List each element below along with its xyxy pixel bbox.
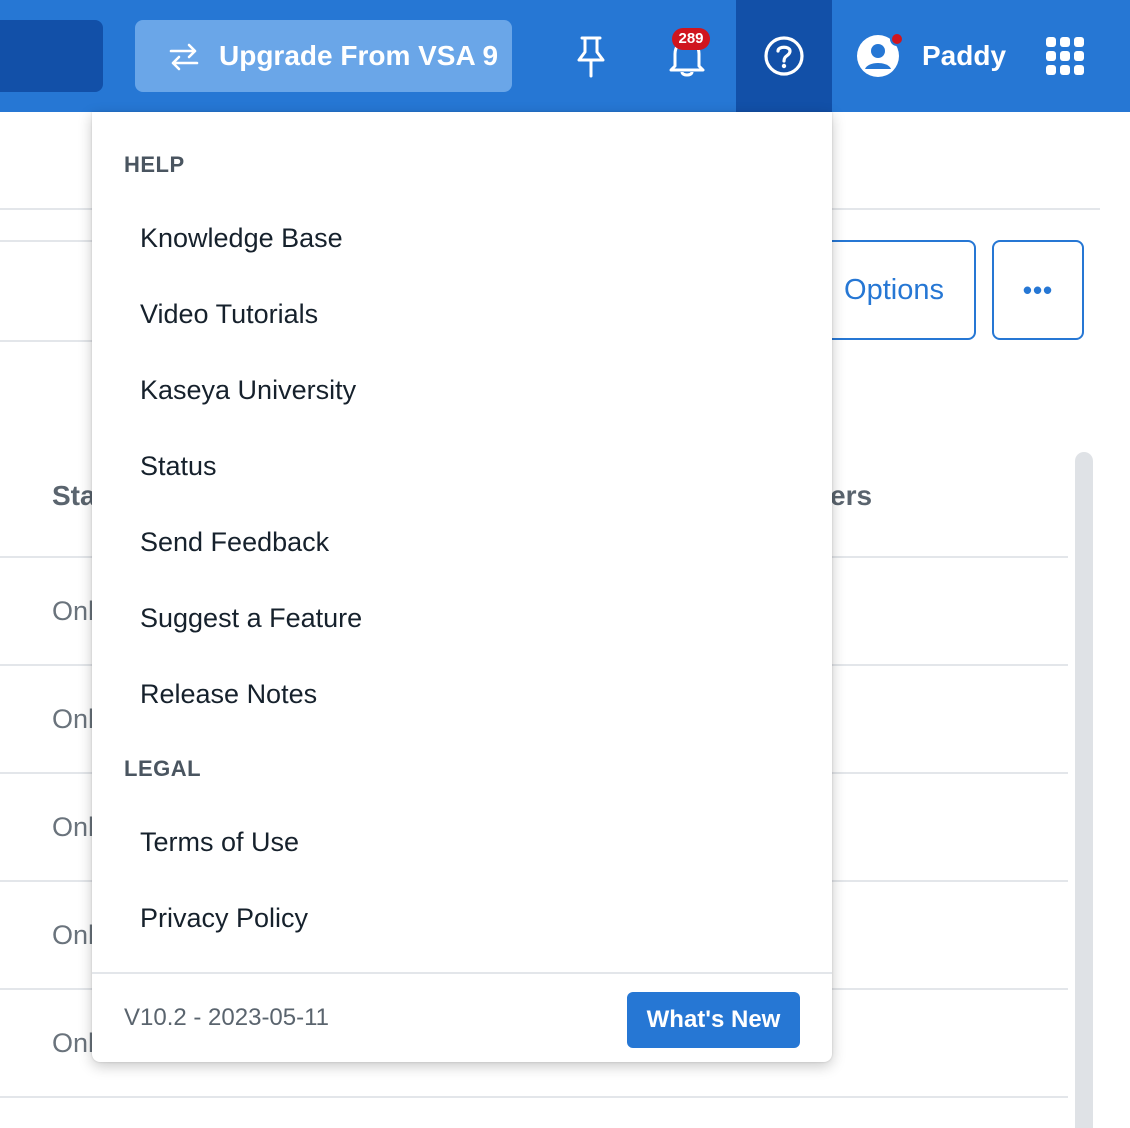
legal-section-title: LEGAL bbox=[124, 756, 202, 781]
menu-item-release-notes[interactable]: Release Notes bbox=[140, 674, 317, 714]
column-header-users: ers bbox=[830, 480, 873, 511]
whats-new-button[interactable]: What's New bbox=[627, 992, 800, 1048]
menu-item-send-feedback[interactable]: Send Feedback bbox=[140, 522, 329, 562]
pin-icon bbox=[577, 36, 605, 78]
table-cell-status: Onl bbox=[52, 1028, 95, 1058]
apps-grid-icon[interactable] bbox=[1046, 37, 1084, 75]
user-menu[interactable]: Paddy bbox=[856, 30, 1006, 82]
top-bar: Upgrade From VSA 9 289 Paddy bbox=[0, 0, 1130, 112]
user-avatar-icon bbox=[856, 32, 904, 78]
pin-button[interactable] bbox=[543, 0, 639, 112]
notifications-button[interactable] bbox=[639, 0, 735, 112]
upgrade-label: Upgrade From VSA 9 bbox=[219, 40, 499, 71]
help-button[interactable] bbox=[736, 0, 832, 112]
divider bbox=[0, 240, 92, 242]
help-section-title: HELP bbox=[124, 152, 185, 177]
menu-item-knowledge-base[interactable]: Knowledge Base bbox=[140, 218, 343, 258]
table-cell-status: Onl bbox=[52, 920, 95, 950]
more-icon: ••• bbox=[1022, 274, 1054, 305]
table-cell-status: Onl bbox=[52, 596, 95, 626]
notification-badge: 289 bbox=[672, 28, 710, 50]
table-cell-status: Onl bbox=[52, 812, 95, 842]
table-cell-status: Onl bbox=[52, 704, 95, 734]
scrollbar[interactable] bbox=[1075, 452, 1093, 1128]
divider bbox=[0, 340, 92, 342]
column-header-status: Sta bbox=[52, 480, 96, 511]
swap-icon bbox=[169, 43, 199, 71]
dropdown-footer: V10.2 - 2023-05-11 What's New bbox=[92, 972, 832, 1062]
help-dropdown: HELP Knowledge Base Video Tutorials Kase… bbox=[92, 112, 832, 1062]
table-divider bbox=[0, 1096, 1068, 1098]
menu-item-suggest-feature[interactable]: Suggest a Feature bbox=[140, 598, 362, 638]
help-icon bbox=[764, 36, 804, 76]
menu-item-video-tutorials[interactable]: Video Tutorials bbox=[140, 294, 318, 334]
menu-item-kaseya-university[interactable]: Kaseya University bbox=[140, 370, 356, 410]
menu-item-terms-of-use[interactable]: Terms of Use bbox=[140, 822, 299, 862]
menu-item-privacy-policy[interactable]: Privacy Policy bbox=[140, 898, 308, 938]
more-actions-button[interactable]: ••• bbox=[992, 240, 1084, 340]
search-box[interactable] bbox=[0, 20, 103, 92]
version-label: V10.2 - 2023-05-11 bbox=[124, 1004, 330, 1031]
options-label: Options bbox=[844, 273, 944, 306]
upgrade-button[interactable]: Upgrade From VSA 9 bbox=[135, 20, 512, 92]
menu-item-status[interactable]: Status bbox=[140, 446, 217, 486]
status-dot bbox=[890, 32, 904, 46]
user-name: Paddy bbox=[922, 40, 1007, 71]
